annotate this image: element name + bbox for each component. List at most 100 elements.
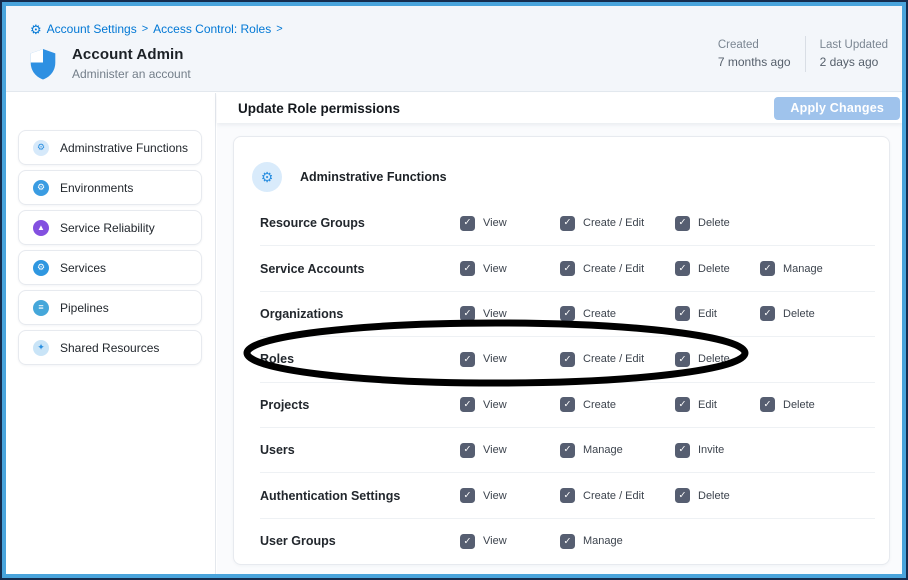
checkbox-delete[interactable]: ✓ Delete (675, 261, 760, 276)
pipelines-icon: ≡ (33, 300, 49, 316)
permissions-main: Update Role permissions Apply Changes ⚙ … (217, 93, 902, 574)
section-header: ⚙ Adminstrative Functions (234, 137, 889, 201)
permission-row-users: Users ✓ View ✓ Manage ✓ Invite (260, 428, 875, 473)
checkbox-create-edit[interactable]: ✓ Create / Edit (560, 488, 675, 503)
checkbox-icon[interactable]: ✓ (460, 488, 475, 503)
created-label: Created (718, 39, 791, 51)
permission-row-organizations: Organizations ✓ View ✓ Create ✓ Edit ✓ (260, 292, 875, 337)
checkbox-icon[interactable]: ✓ (760, 397, 775, 412)
checkbox-icon[interactable]: ✓ (560, 261, 575, 276)
section-label: Adminstrative Functions (300, 170, 447, 184)
checkbox-invite[interactable]: ✓ Invite (675, 443, 760, 458)
sidebar-item-pipelines[interactable]: ≡ Pipelines (18, 290, 202, 325)
meta-divider (805, 36, 806, 72)
created-value: 7 months ago (718, 55, 791, 69)
checkbox-view[interactable]: ✓ View (460, 352, 560, 367)
checkbox-icon[interactable]: ✓ (460, 443, 475, 458)
checkbox-icon[interactable]: ✓ (460, 306, 475, 321)
checkbox-edit[interactable]: ✓ Edit (675, 397, 760, 412)
checkbox-icon[interactable]: ✓ (460, 397, 475, 412)
page-title: Account Admin (72, 46, 191, 63)
gear-icon: ⚙ (33, 140, 49, 156)
checkbox-create-edit[interactable]: ✓ Create / Edit (560, 216, 675, 231)
checkbox-icon[interactable]: ✓ (675, 443, 690, 458)
permission-row-service-accounts: Service Accounts ✓ View ✓ Create / Edit … (260, 246, 875, 291)
checkbox-icon[interactable]: ✓ (675, 488, 690, 503)
checkbox-icon[interactable]: ✓ (560, 216, 575, 231)
shield-icon (28, 48, 58, 80)
checkbox-icon[interactable]: ✓ (760, 306, 775, 321)
gear-icon: ⚙ (252, 162, 282, 192)
checkbox-icon[interactable]: ✓ (460, 534, 475, 549)
checkbox-delete[interactable]: ✓ Delete (675, 216, 760, 231)
sidebar-item-service-reliability[interactable]: ▲ Service Reliability (18, 210, 202, 245)
permissions-card: ⚙ Adminstrative Functions Resource Group… (233, 136, 890, 565)
last-updated-meta: Last Updated 2 days ago (820, 39, 888, 69)
checkbox-icon[interactable]: ✓ (560, 443, 575, 458)
breadcrumb: ⚙ Account Settings > Access Control: Rol… (30, 22, 283, 36)
checkbox-icon[interactable]: ✓ (675, 352, 690, 367)
checkbox-icon[interactable]: ✓ (460, 261, 475, 276)
checkbox-icon[interactable]: ✓ (460, 216, 475, 231)
permission-row-resource-groups: Resource Groups ✓ View ✓ Create / Edit ✓… (260, 201, 875, 246)
checkbox-icon[interactable]: ✓ (560, 306, 575, 321)
sidebar-item-services[interactable]: ⚙ Services (18, 250, 202, 285)
sidebar-item-adminstrative-functions[interactable]: ⚙ Adminstrative Functions (18, 130, 202, 165)
checkbox-delete[interactable]: ✓ Delete (760, 306, 875, 321)
breadcrumb-separator: > (142, 23, 148, 35)
checkbox-icon[interactable]: ✓ (560, 534, 575, 549)
checkbox-icon[interactable]: ✓ (675, 216, 690, 231)
checkbox-create[interactable]: ✓ Create (560, 397, 675, 412)
checkbox-manage[interactable]: ✓ Manage (560, 443, 675, 458)
last-updated-value: 2 days ago (820, 55, 888, 69)
checkbox-delete[interactable]: ✓ Delete (675, 352, 760, 367)
checkbox-create-edit[interactable]: ✓ Create / Edit (560, 352, 675, 367)
checkbox-create[interactable]: ✓ Create (560, 306, 675, 321)
checkbox-view[interactable]: ✓ View (460, 306, 560, 321)
checkbox-view[interactable]: ✓ View (460, 397, 560, 412)
checkbox-view[interactable]: ✓ View (460, 488, 560, 503)
breadcrumb-access-control-roles[interactable]: Access Control: Roles (153, 22, 271, 36)
apply-changes-button[interactable]: Apply Changes (774, 97, 900, 120)
checkbox-create-edit[interactable]: ✓ Create / Edit (560, 261, 675, 276)
role-meta: Created 7 months ago Last Updated 2 days… (718, 36, 888, 72)
shared-resources-icon: ✦ (33, 340, 49, 356)
checkbox-icon[interactable]: ✓ (675, 397, 690, 412)
checkbox-icon[interactable]: ✓ (675, 261, 690, 276)
breadcrumb-separator: > (276, 23, 282, 35)
services-icon: ⚙ (33, 260, 49, 276)
permissions-toolbar: Update Role permissions Apply Changes (217, 93, 902, 123)
role-title-block: Account Admin Administer an account (28, 46, 191, 81)
breadcrumb-account-settings[interactable]: Account Settings (47, 22, 137, 36)
created-meta: Created 7 months ago (718, 39, 791, 69)
checkbox-edit[interactable]: ✓ Edit (675, 306, 760, 321)
app-window: ⚙ Account Settings > Access Control: Rol… (0, 0, 908, 580)
service-reliability-icon: ▲ (33, 220, 49, 236)
checkbox-icon[interactable]: ✓ (560, 397, 575, 412)
sidebar-item-environments[interactable]: ⚙ Environments (18, 170, 202, 205)
checkbox-view[interactable]: ✓ View (460, 216, 560, 231)
page-header: ⚙ Account Settings > Access Control: Rol… (6, 6, 902, 92)
checkbox-icon[interactable]: ✓ (760, 261, 775, 276)
sidebar-item-shared-resources[interactable]: ✦ Shared Resources (18, 330, 202, 365)
permission-row-authentication-settings: Authentication Settings ✓ View ✓ Create … (260, 473, 875, 518)
last-updated-label: Last Updated (820, 39, 888, 51)
checkbox-view[interactable]: ✓ View (460, 534, 560, 549)
checkbox-icon[interactable]: ✓ (560, 352, 575, 367)
checkbox-icon[interactable]: ✓ (560, 488, 575, 503)
permission-row-user-groups: User Groups ✓ View ✓ Manage (260, 519, 875, 564)
checkbox-delete[interactable]: ✓ Delete (675, 488, 760, 503)
checkbox-icon[interactable]: ✓ (675, 306, 690, 321)
checkbox-icon[interactable]: ✓ (460, 352, 475, 367)
body-area: ⚙ Adminstrative Functions ⚙ Environments… (6, 93, 902, 574)
checkbox-view[interactable]: ✓ View (460, 261, 560, 276)
permission-row-projects: Projects ✓ View ✓ Create ✓ Edit ✓ (260, 383, 875, 428)
page-subtitle: Administer an account (72, 67, 191, 81)
checkbox-manage[interactable]: ✓ Manage (760, 261, 875, 276)
checkbox-manage[interactable]: ✓ Manage (560, 534, 675, 549)
checkbox-view[interactable]: ✓ View (460, 443, 560, 458)
resource-category-sidebar: ⚙ Adminstrative Functions ⚙ Environments… (6, 93, 216, 574)
permission-row-roles: Roles ✓ View ✓ Create / Edit ✓ Delete (260, 337, 875, 382)
checkbox-delete[interactable]: ✓ Delete (760, 397, 875, 412)
gear-icon: ⚙ (30, 23, 42, 36)
